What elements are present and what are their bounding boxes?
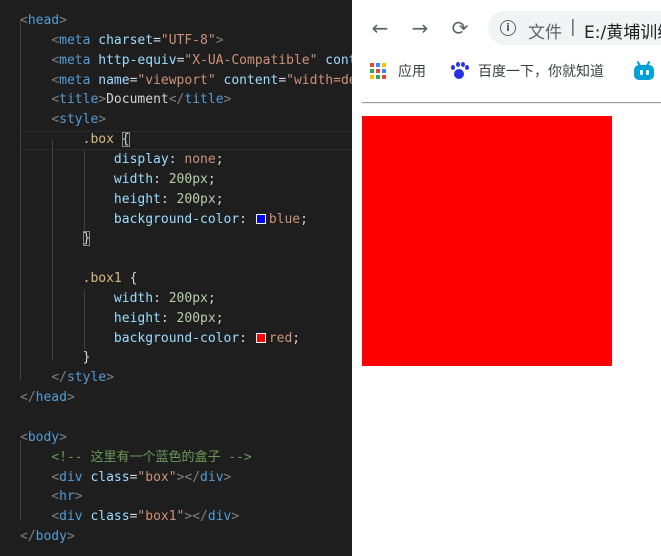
address-url[interactable]: E:/黄埔训练营 bbox=[584, 18, 661, 43]
code-line: width: 200px; bbox=[113, 290, 216, 306]
color-swatch[interactable] bbox=[255, 213, 266, 224]
code-line: background-color: red; bbox=[113, 330, 301, 346]
code-line: } bbox=[20, 350, 91, 366]
code-line: </style> bbox=[51, 370, 114, 386]
horizontal-rule bbox=[362, 102, 661, 104]
browser-toolbar: ← → ⟳ i 文件 | E:/黄埔训练营 bbox=[352, 0, 661, 56]
code-line: <title>Document</title> bbox=[51, 92, 232, 108]
code-line: </body> bbox=[20, 529, 75, 545]
bookmark-baidu[interactable]: 百度一下，你就知道 bbox=[450, 60, 604, 82]
bookmark-apps[interactable]: 应用 bbox=[370, 60, 426, 82]
code-line: background-color: blue; bbox=[113, 211, 308, 227]
code-line: <style> bbox=[51, 112, 107, 128]
bookmark-baidu-label: 百度一下，你就知道 bbox=[478, 64, 604, 80]
code-line: <body> bbox=[20, 429, 67, 445]
reload-icon[interactable]: ⟳ bbox=[446, 14, 474, 42]
code-line: height: 200px; bbox=[113, 310, 224, 326]
bookmark-apps-label: 应用 bbox=[398, 64, 426, 80]
apps-grid-icon bbox=[370, 63, 386, 79]
color-swatch[interactable] bbox=[255, 332, 266, 343]
back-arrow-icon[interactable]: ← bbox=[366, 14, 394, 42]
code-line: <!-- 这里有一个蓝色的盒子 --> bbox=[51, 449, 252, 465]
address-bar[interactable]: i 文件 | E:/黄埔训练营 bbox=[488, 11, 661, 45]
bookmarks-bar: 应用 百度一下，你就知道 bbox=[352, 56, 661, 86]
info-icon[interactable]: i bbox=[500, 20, 516, 36]
code-line: width: 200px; bbox=[113, 171, 216, 187]
bookmark-bilibili[interactable] bbox=[633, 60, 655, 82]
code-line: <meta charset="UTF-8"> bbox=[51, 32, 224, 48]
page-viewport bbox=[352, 86, 661, 556]
baidu-paw-icon bbox=[450, 62, 469, 80]
code-line: </head> bbox=[20, 390, 75, 406]
code-line: <head> bbox=[20, 13, 67, 28]
box1-red-square bbox=[362, 116, 612, 366]
code-line: <div class="box"></div> bbox=[51, 469, 232, 485]
browser-window: ← → ⟳ i 文件 | E:/黄埔训练营 应用 bbox=[352, 0, 661, 556]
bilibili-tv-icon bbox=[633, 60, 655, 81]
forward-arrow-icon[interactable]: → bbox=[406, 14, 434, 42]
code-line: <div class="box1"></div> bbox=[51, 509, 240, 525]
code-line: height: 200px; bbox=[113, 191, 224, 207]
code-line: <meta name="viewport" content="width=dev… bbox=[51, 72, 352, 88]
code-line: .box1 { bbox=[82, 271, 138, 287]
code-line: <hr> bbox=[51, 489, 83, 505]
code-editor[interactable]: <head> <meta charset="UTF-8"> <meta http… bbox=[0, 0, 352, 556]
code-line: <meta http-equiv="X-UA-Compatible" conte… bbox=[51, 52, 352, 68]
address-separator: | bbox=[570, 17, 576, 37]
code-line: display: none; bbox=[113, 151, 224, 167]
code-line: .box { bbox=[82, 132, 130, 148]
code-line: } bbox=[82, 231, 91, 247]
file-scheme-label: 文件 bbox=[528, 23, 562, 43]
